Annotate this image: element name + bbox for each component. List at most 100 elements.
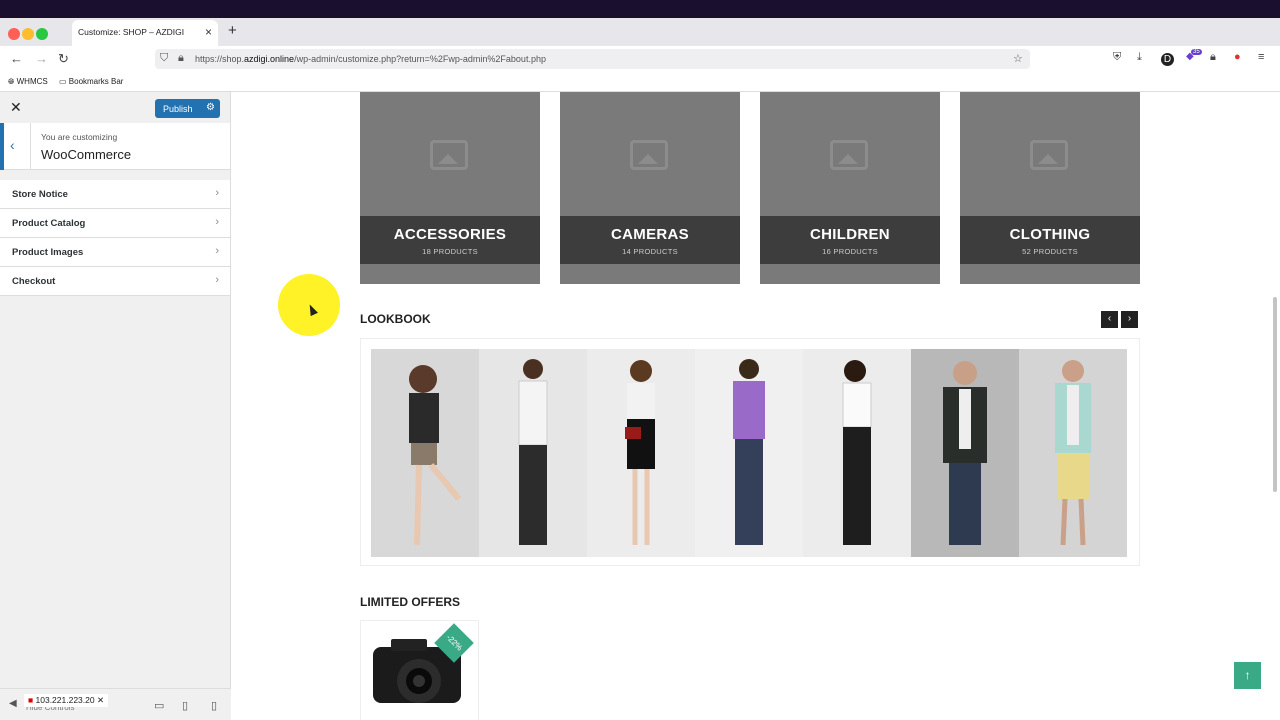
section-label: Checkout (12, 276, 56, 287)
extension-red-icon[interactable]: ● (1234, 51, 1241, 63)
lookbook-photo[interactable] (1019, 349, 1127, 557)
category-band: CAMERAS 14 PRODUCTS (560, 216, 740, 264)
address-bar[interactable]: ⛉ 🔒︎ https://shop.azdigi.online/wp-admin… (155, 49, 1030, 69)
browser-toolbar: ← → ↻ ⛉ 🔒︎ https://shop.azdigi.online/wp… (0, 46, 1280, 72)
gear-icon[interactable]: ⚙ (206, 102, 215, 113)
customizing-label: You are customizing (41, 132, 118, 142)
browser-tab-strip: Customize: SHOP – AZDIGI × + (0, 18, 1280, 46)
lookbook-photo[interactable] (803, 349, 911, 557)
model-figure (1055, 360, 1091, 546)
limited-offers-title: LIMITED OFFERS (360, 595, 460, 609)
model-figure (518, 359, 548, 545)
image-placeholder-icon (630, 140, 668, 170)
section-store-notice[interactable]: Store Notice › (0, 180, 230, 209)
customizer-panel-header: ‹ You are customizing WooCommerce (0, 123, 230, 170)
browser-tab[interactable]: Customize: SHOP – AZDIGI × (72, 20, 218, 46)
extension-badge: 35 (1191, 49, 1202, 55)
ip-address: 103.221.223.20 (35, 695, 95, 705)
ip-address-badge: ■ 103.221.223.20 ✕ (24, 694, 109, 707)
carousel-next-icon[interactable]: › (1121, 311, 1138, 328)
extension-lock-icon[interactable]: 🔒︎ (1210, 51, 1216, 64)
chevron-right-icon: › (215, 245, 219, 257)
image-placeholder-icon (1030, 140, 1068, 170)
model-figure (733, 359, 765, 545)
new-tab-icon[interactable]: + (228, 22, 237, 39)
collapse-icon[interactable]: ◀ (9, 698, 17, 709)
model-figure (625, 360, 655, 545)
close-tab-icon[interactable]: × (205, 25, 212, 39)
publish-label: Publish (163, 104, 193, 114)
forward-icon[interactable]: → (35, 51, 48, 66)
os-top-bar (0, 0, 1280, 18)
section-label: Product Images (12, 247, 84, 258)
category-name: ACCESSORIES (393, 226, 507, 243)
tab-title: Customize: SHOP – AZDIGI (78, 27, 185, 37)
close-window-button[interactable] (8, 28, 20, 40)
chevron-right-icon: › (215, 216, 219, 228)
bookmark-whmcs-label: WHMCS (16, 77, 48, 86)
category-band: CHILDREN 16 PRODUCTS (760, 216, 940, 264)
lookbook-photo[interactable] (695, 349, 803, 557)
category-band: ACCESSORIES 18 PRODUCTS (360, 216, 540, 264)
image-placeholder-icon (830, 140, 868, 170)
menu-icon[interactable]: ≡ (1258, 51, 1264, 63)
reload-icon[interactable]: ↻ (58, 51, 69, 67)
model-figure (943, 361, 987, 545)
image-placeholder-icon (430, 140, 468, 170)
section-product-catalog[interactable]: Product Catalog › (0, 209, 230, 238)
category-band: CLOTHING 52 PRODUCTS (960, 216, 1140, 264)
pocket-icon[interactable]: ⛨ (1113, 51, 1121, 64)
close-badge-icon[interactable]: ✕ (97, 695, 104, 705)
category-name: CAMERAS (611, 226, 689, 243)
lookbook-photo[interactable] (587, 349, 695, 557)
category-count: 14 PRODUCTS (622, 247, 678, 256)
bookmark-whmcs[interactable]: 🌐︎ WHMCS (8, 77, 48, 87)
site-preview: ACCESSORIES 18 PRODUCTS CAMERAS 14 PRODU… (231, 92, 1280, 720)
category-name: CHILDREN (810, 226, 890, 243)
bookmark-star-icon[interactable]: ☆ (1013, 52, 1023, 65)
extension-d-icon[interactable]: D (1161, 53, 1174, 66)
lookbook-photo[interactable] (371, 349, 479, 557)
customizer-footer: ◀ Hide Controls ■ 103.221.223.20 ✕ ▭ ▯ ▯ (0, 688, 231, 720)
tablet-device-icon[interactable]: ▯ (182, 699, 188, 712)
minimize-window-button[interactable] (22, 28, 34, 40)
lock-icon[interactable]: 🔒︎ (178, 52, 184, 65)
bookmark-folder[interactable]: ▭ Bookmarks Bar (59, 77, 123, 86)
category-count: 52 PRODUCTS (1022, 247, 1078, 256)
category-tile[interactable]: ACCESSORIES 18 PRODUCTS (360, 92, 540, 284)
maximize-window-button[interactable] (36, 28, 48, 40)
back-chevron-icon[interactable]: ‹ (0, 123, 31, 170)
category-count: 18 PRODUCTS (422, 247, 478, 256)
category-tile[interactable]: CHILDREN 16 PRODUCTS (760, 92, 940, 284)
close-customizer-icon[interactable]: ✕ (10, 99, 22, 116)
mobile-device-icon[interactable]: ▯ (211, 699, 217, 712)
lookbook-carousel (360, 338, 1140, 566)
back-icon[interactable]: ← (10, 51, 23, 66)
bookmark-folder-label: Bookmarks Bar (68, 77, 124, 86)
download-icon[interactable]: ⤓ (1137, 51, 1142, 64)
section-label: Product Catalog (12, 218, 86, 229)
lookbook-title: LOOKBOOK (360, 312, 431, 326)
panel-title: WooCommerce (41, 147, 132, 162)
shield-icon[interactable]: ⛉ (160, 52, 168, 65)
desktop-device-icon[interactable]: ▭ (154, 699, 164, 712)
category-tile[interactable]: CAMERAS 14 PRODUCTS (560, 92, 740, 284)
section-product-images[interactable]: Product Images › (0, 238, 230, 267)
scroll-to-top-button[interactable]: ↑ (1234, 662, 1261, 689)
customizer-sidebar: ✕ Publish ⚙ ‹ You are customizing WooCom… (0, 92, 231, 720)
lookbook-photo[interactable] (911, 349, 1019, 557)
scrollbar-thumb[interactable] (1273, 297, 1277, 492)
url-path: /wp-admin/customize.php?return=%2Fwp-adm… (294, 54, 546, 64)
url-prefix: https://shop. (195, 54, 245, 64)
lookbook-photo[interactable] (479, 349, 587, 557)
model-figure (842, 360, 872, 545)
product-card[interactable]: -22% (360, 620, 479, 720)
category-tile[interactable]: CLOTHING 52 PRODUCTS (960, 92, 1140, 284)
carousel-prev-icon[interactable]: ‹ (1101, 311, 1118, 328)
section-label: Store Notice (12, 189, 68, 200)
category-name: CLOTHING (1009, 226, 1091, 243)
section-checkout[interactable]: Checkout › (0, 267, 230, 296)
flag-icon: ■ (28, 695, 34, 705)
chevron-right-icon: › (215, 187, 219, 199)
publish-button[interactable]: Publish ⚙ (155, 99, 220, 118)
